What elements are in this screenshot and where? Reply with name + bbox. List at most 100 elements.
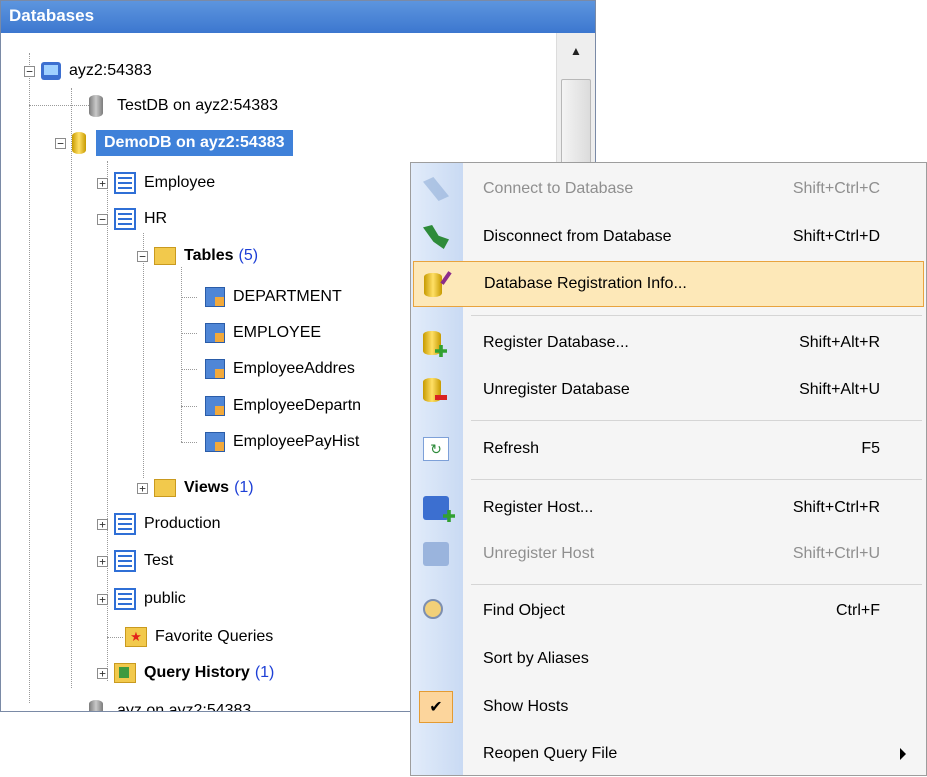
collapse-icon[interactable]: − xyxy=(137,250,148,262)
tree-node-query-history[interactable]: + Query History (1) xyxy=(97,655,274,691)
menu-item-registration-info[interactable]: Database Registration Info... xyxy=(413,261,924,307)
menu-item-label: Unregister Host xyxy=(483,545,595,562)
table-item[interactable]: EmployeeAddres xyxy=(205,351,355,387)
table-item[interactable]: EmployeePayHist xyxy=(205,424,359,460)
tree-node-favorite-queries[interactable]: ★ Favorite Queries xyxy=(125,619,273,655)
chevron-right-icon xyxy=(900,748,906,760)
menu-item-register-database[interactable]: Register Database... Shift+Alt+R xyxy=(411,320,926,366)
views-count: (1) xyxy=(234,479,254,496)
menu-item-shortcut: Shift+Ctrl+D xyxy=(792,228,880,245)
collapse-icon[interactable]: − xyxy=(97,213,108,225)
table-icon xyxy=(205,287,225,307)
check-icon: ✔ xyxy=(419,691,453,723)
tree-node-testdb[interactable]: TestDB on ayz2:54383 xyxy=(89,88,278,124)
table-item-label: EmployeePayHist xyxy=(233,433,360,450)
menu-item-reopen-query-file[interactable]: Reopen Query File xyxy=(411,731,926,777)
expand-icon[interactable]: + xyxy=(97,177,108,189)
menu-separator xyxy=(471,420,922,421)
tree-node-tables[interactable]: − Tables (5) xyxy=(137,238,258,274)
menu-item-connect[interactable]: Connect to Database Shift+Ctrl+C xyxy=(411,166,926,212)
schema-icon xyxy=(114,588,136,610)
tree-node-production[interactable]: + Production xyxy=(97,506,221,542)
favorite-queries-label: Favorite Queries xyxy=(155,628,274,645)
expand-icon[interactable]: + xyxy=(97,518,108,530)
star-icon: ★ xyxy=(125,627,147,647)
tree-node-hr[interactable]: − HR xyxy=(97,201,167,237)
schema-icon xyxy=(114,550,136,572)
table-icon xyxy=(205,396,225,416)
menu-item-refresh[interactable]: ↻ Refresh F5 xyxy=(411,426,926,472)
database-remove-icon xyxy=(423,378,447,402)
tree-node-views[interactable]: + Views (1) xyxy=(137,470,254,506)
table-item[interactable]: EmployeeDepartn xyxy=(205,388,361,424)
table-item-label: EmployeeDepartn xyxy=(233,397,362,414)
expand-icon[interactable]: + xyxy=(137,482,148,494)
scroll-up-icon[interactable]: ▲ xyxy=(557,33,595,69)
employee-label: Employee xyxy=(144,174,216,191)
menu-item-label: Show Hosts xyxy=(483,698,569,715)
expand-icon[interactable]: + xyxy=(97,555,108,567)
menu-item-label: Register Host... xyxy=(483,499,594,516)
menu-item-disconnect[interactable]: Disconnect from Database Shift+Ctrl+D xyxy=(411,214,926,260)
tree-node-employee[interactable]: + Employee xyxy=(97,165,215,201)
panel-title: Databases xyxy=(1,1,595,33)
tree-node-next-db[interactable]: ayz on ayz2:54383 xyxy=(89,693,251,711)
table-icon xyxy=(205,359,225,379)
menu-separator xyxy=(471,479,922,480)
tree-node-public[interactable]: + public xyxy=(97,581,186,617)
table-item-label: EMPLOYEE xyxy=(233,324,322,341)
menu-item-shortcut: Shift+Alt+U xyxy=(799,381,880,398)
production-label: Production xyxy=(144,515,221,532)
menu-item-label: Refresh xyxy=(483,440,540,457)
menu-separator xyxy=(471,315,922,316)
table-item-label: EmployeeAddres xyxy=(233,360,355,377)
menu-item-label: Disconnect from Database xyxy=(483,228,672,245)
hr-label: HR xyxy=(144,210,168,227)
table-icon xyxy=(205,432,225,452)
views-label: Views xyxy=(184,479,230,496)
menu-item-shortcut: F5 xyxy=(861,440,880,457)
refresh-icon: ↻ xyxy=(423,437,449,461)
menu-item-unregister-database[interactable]: Unregister Database Shift+Alt+U xyxy=(411,367,926,413)
database-icon xyxy=(72,132,86,154)
demodb-label: DemoDB on ayz2:54383 xyxy=(96,130,293,156)
query-history-icon xyxy=(114,663,136,683)
menu-item-label: Register Database... xyxy=(483,334,629,351)
collapse-icon[interactable]: − xyxy=(24,65,35,77)
host-add-icon xyxy=(423,496,455,522)
menu-item-unregister-host[interactable]: Unregister Host Shift+Ctrl+U xyxy=(411,531,926,577)
tree-node-demodb[interactable]: − DemoDB on ayz2:54383 xyxy=(55,125,293,161)
menu-item-find-object[interactable]: Find Object Ctrl+F xyxy=(411,588,926,634)
testdb-label: TestDB on ayz2:54383 xyxy=(117,97,278,114)
host-label: ayz2:54383 xyxy=(69,62,152,79)
plug-connect-icon xyxy=(423,177,449,201)
host-remove-icon xyxy=(423,542,449,566)
schema-icon xyxy=(114,208,136,230)
database-icon xyxy=(89,700,103,711)
menu-item-shortcut: Shift+Alt+R xyxy=(799,334,880,351)
menu-item-shortcut: Shift+Ctrl+R xyxy=(792,499,880,516)
menu-item-label: Database Registration Info... xyxy=(484,275,687,292)
context-menu: Connect to Database Shift+Ctrl+C Disconn… xyxy=(410,162,927,776)
menu-item-register-host[interactable]: Register Host... Shift+Ctrl+R xyxy=(411,485,926,531)
expand-icon[interactable]: + xyxy=(97,667,108,679)
database-add-icon xyxy=(423,331,447,357)
table-item[interactable]: DEPARTMENT xyxy=(205,279,342,315)
menu-item-label: Unregister Database xyxy=(483,381,630,398)
database-icon xyxy=(89,95,103,117)
menu-item-label: Reopen Query File xyxy=(483,745,618,762)
tables-label: Tables xyxy=(184,247,234,264)
menu-item-label: Find Object xyxy=(483,602,565,619)
tree-node-test[interactable]: + Test xyxy=(97,543,173,579)
table-item[interactable]: EMPLOYEE xyxy=(205,315,321,351)
menu-item-show-hosts[interactable]: ✔ Show Hosts xyxy=(411,684,926,730)
schema-icon xyxy=(114,172,136,194)
expand-icon[interactable]: + xyxy=(97,593,108,605)
collapse-icon[interactable]: − xyxy=(55,137,66,149)
menu-item-shortcut: Shift+Ctrl+U xyxy=(792,545,880,562)
query-history-count: (1) xyxy=(254,664,275,681)
menu-item-label: Connect to Database xyxy=(483,180,634,197)
tree-node-host[interactable]: − ayz2:54383 xyxy=(24,53,152,89)
menu-item-sort-by-aliases[interactable]: Sort by Aliases xyxy=(411,636,926,682)
query-history-label: Query History xyxy=(144,664,250,681)
